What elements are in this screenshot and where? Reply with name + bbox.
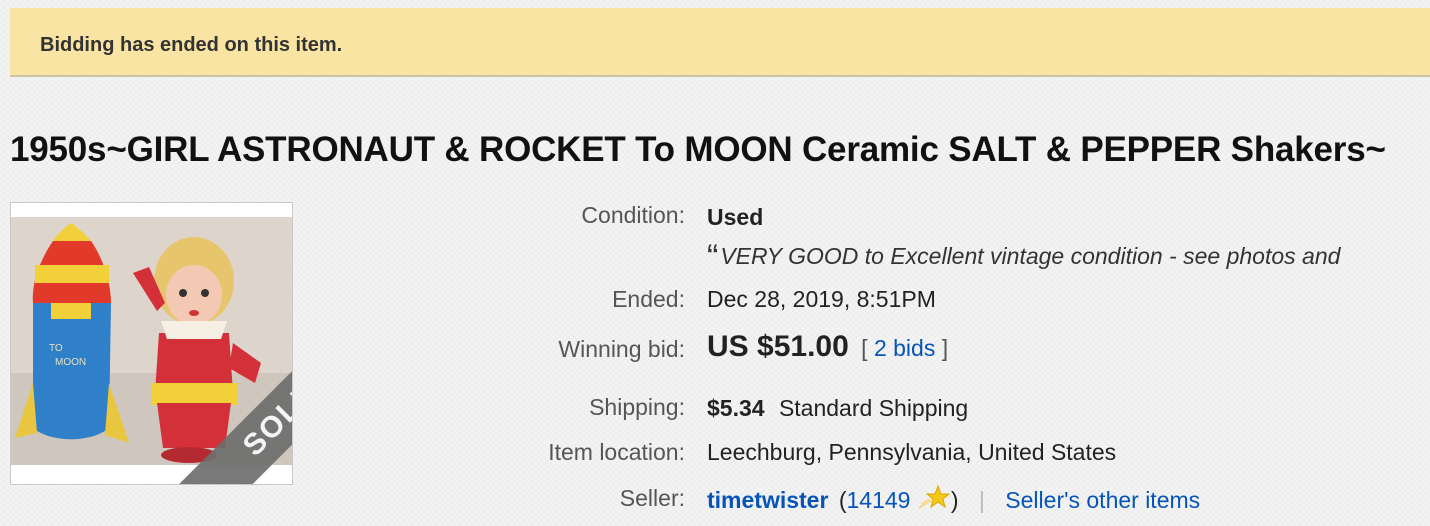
seller-label: Seller: bbox=[619, 485, 685, 511]
ended-date: Dec 28, 2019 bbox=[707, 286, 844, 312]
feedback-open-paren: ( bbox=[838, 487, 847, 513]
winning-bid-label: Winning bid: bbox=[558, 336, 685, 362]
ended-value: Dec 28, 2019, 8:51PM bbox=[707, 286, 936, 312]
ended-banner: Bidding has ended on this item. bbox=[10, 8, 1430, 77]
seller-other-items-link[interactable]: Seller's other items bbox=[1005, 487, 1200, 513]
seller-info: timetwister (14149 ) | Seller's other it… bbox=[707, 484, 1200, 518]
winning-bid-value: US $51.00 [ 2 bids ] bbox=[707, 330, 948, 364]
shipping-method: Standard Shipping bbox=[778, 395, 969, 421]
shooting-star-icon[interactable] bbox=[917, 484, 951, 518]
svg-text:TO: TO bbox=[49, 343, 63, 354]
ended-banner-text: Bidding has ended on this item. bbox=[40, 34, 343, 56]
seller-feedback-score-link[interactable]: 14149 bbox=[847, 487, 911, 513]
item-image[interactable]: TO MOON SOLD bbox=[10, 202, 293, 485]
bids-open-bracket: [ bbox=[861, 335, 868, 361]
bids-close-bracket: ] bbox=[941, 335, 949, 361]
feedback-close-paren: ) bbox=[950, 487, 959, 513]
item-location-label: Item location: bbox=[548, 439, 685, 465]
item-location-value: Leechburg, Pennsylvania, United States bbox=[707, 439, 1117, 465]
shipping-label: Shipping: bbox=[589, 394, 685, 420]
condition-value: Used bbox=[707, 204, 764, 230]
ended-time: 8:51PM bbox=[856, 286, 936, 312]
bids-history-link[interactable]: 2 bids bbox=[874, 335, 935, 361]
quote-mark: “ bbox=[707, 238, 719, 276]
ended-label: Ended: bbox=[612, 286, 685, 312]
shipping-value: $5.34 Standard Shipping bbox=[707, 395, 968, 422]
condition-label: Condition: bbox=[581, 202, 685, 228]
seller-separator: | bbox=[978, 487, 985, 513]
seller-name-link[interactable]: timetwister bbox=[707, 487, 828, 513]
shipping-cost: $5.34 bbox=[707, 395, 765, 421]
condition-description: “VERY GOOD to Excellent vintage conditio… bbox=[707, 238, 1340, 277]
svg-text:MOON: MOON bbox=[55, 357, 86, 368]
condition-description-text: VERY GOOD to Excellent vintage condition… bbox=[720, 243, 1341, 269]
winning-bid-price: US $51.00 bbox=[707, 330, 849, 363]
item-title: 1950s~GIRL ASTRONAUT & ROCKET To MOON Ce… bbox=[10, 130, 1386, 169]
